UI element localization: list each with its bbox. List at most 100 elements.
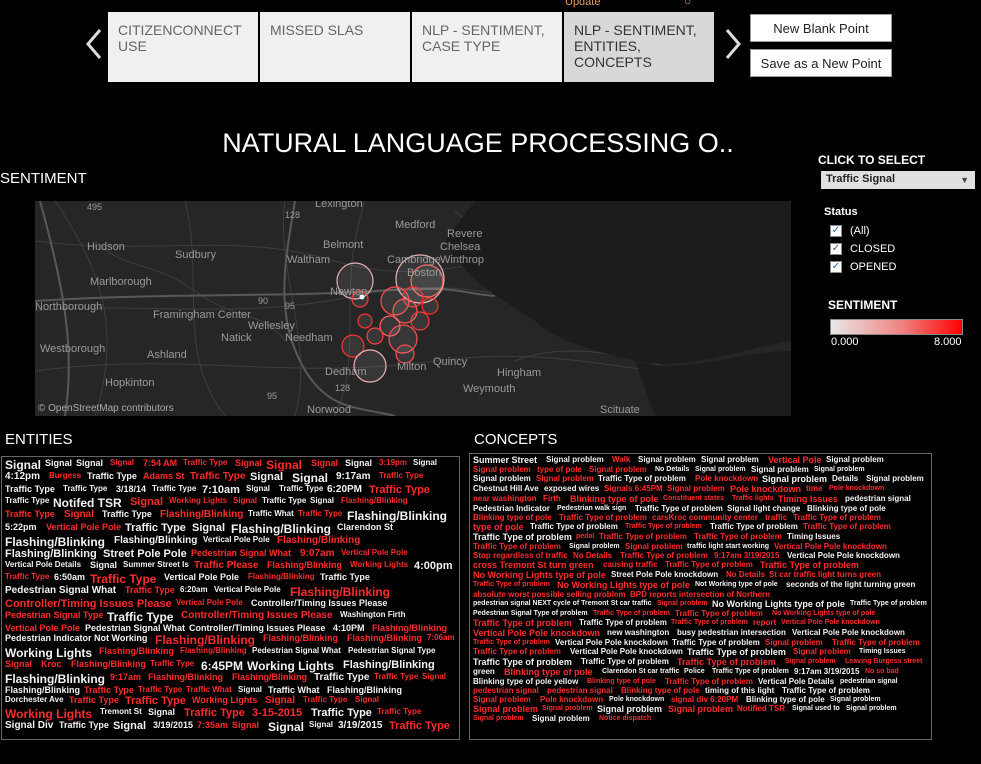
cloud-word[interactable]: Traffic Type of problem: [473, 581, 550, 588]
cloud-word[interactable]: 7:54 AM: [143, 459, 177, 468]
cloud-word[interactable]: Traffic Type: [5, 510, 55, 519]
cloud-word[interactable]: Signal Div: [5, 721, 53, 731]
cloud-word[interactable]: 6:20PM: [327, 485, 362, 495]
cloud-word[interactable]: near washington: [473, 495, 537, 503]
cloud-word[interactable]: Traffic Type of problem: [473, 619, 572, 628]
tab-missed-slas[interactable]: MISSED SLAs: [260, 12, 410, 82]
cloud-word[interactable]: Traffic Type: [303, 696, 347, 704]
cloud-word[interactable]: Signal: [292, 472, 328, 484]
cloud-word[interactable]: Blinking type of pole yellow: [473, 678, 578, 686]
cloud-word[interactable]: Signal: [345, 459, 372, 468]
cloud-word[interactable]: Signal problem: [473, 705, 538, 714]
new-blank-point-button[interactable]: New Blank Point: [750, 14, 892, 42]
cloud-word[interactable]: 3-15-2015: [252, 708, 302, 719]
cloud-word[interactable]: No Working Lights type of pole: [712, 600, 845, 609]
cloud-word[interactable]: Pedestrian Indicator: [473, 505, 550, 513]
cloud-word[interactable]: Vertical Pole Pole knockdown: [570, 648, 683, 656]
cloud-word[interactable]: Traffic Type: [125, 696, 186, 707]
cloud-word[interactable]: Signal: [238, 686, 262, 694]
cloud-word[interactable]: Signal: [310, 497, 334, 505]
cloud-word[interactable]: Washington Firth: [340, 611, 405, 619]
cloud-word[interactable]: Traffic lights: [732, 495, 774, 502]
cloud-word[interactable]: Signal problem: [473, 696, 531, 704]
cloud-word[interactable]: 3/19/2015: [153, 721, 193, 730]
cloud-word[interactable]: Traffic Type: [374, 673, 418, 681]
cloud-word[interactable]: Flashing/Blinking: [263, 634, 338, 643]
cloud-word[interactable]: Signal: [113, 721, 146, 732]
cloud-word[interactable]: pedestrian signal: [840, 678, 898, 685]
cloud-word[interactable]: Flashing/Blinking: [347, 634, 422, 643]
cloud-word[interactable]: Signal problem: [589, 466, 647, 474]
cloud-word[interactable]: pedestrian signal NEXT cycle of Tremont …: [473, 600, 652, 607]
checkbox-checked-icon[interactable]: ✓: [830, 243, 842, 255]
cloud-word[interactable]: Vertical Pole Pole: [341, 549, 408, 557]
cloud-word[interactable]: Traffic Type: [107, 611, 173, 623]
cloud-word[interactable]: Pole knockdown: [730, 485, 801, 494]
cloud-word[interactable]: Pole knockdown: [609, 696, 664, 703]
sentiment-map[interactable]: Lexington Medford Revere Hudson Belmont …: [35, 201, 791, 416]
save-as-new-point-button[interactable]: Save as a New Point: [750, 49, 892, 77]
cloud-word[interactable]: Summer Street Is: [123, 561, 189, 569]
cloud-word[interactable]: Signal problem: [546, 456, 604, 464]
cloud-word[interactable]: Clarendon St car traffic: [602, 668, 679, 675]
cloud-word[interactable]: exposed wires: [544, 485, 599, 493]
cloud-word[interactable]: Traffic What: [186, 686, 232, 694]
cloud-word[interactable]: Signal problem: [701, 456, 759, 464]
cloud-word[interactable]: Working Lights: [5, 708, 92, 720]
cloud-word[interactable]: Traffic Type: [125, 523, 186, 534]
cloud-word[interactable]: Traffic Type of problem: [665, 561, 753, 569]
cloud-word[interactable]: Traffic Type of problem: [712, 668, 789, 675]
cloud-word[interactable]: Kroc: [41, 660, 62, 669]
cloud-word[interactable]: Signal problem: [826, 456, 884, 464]
cloud-word[interactable]: Signal: [309, 721, 333, 729]
cloud-word[interactable]: BPD reports intersection of Northern: [630, 591, 770, 599]
cloud-word[interactable]: Traffic Type of problem: [473, 533, 572, 542]
cloud-word[interactable]: Blinking type of pole: [621, 687, 700, 695]
tab-nlp-sentiment-case-type[interactable]: NLP - SENTIMENT, CASE TYPE: [412, 12, 562, 82]
cloud-word[interactable]: Flashing/Blinking: [341, 497, 408, 505]
cloud-word[interactable]: type of pole: [473, 523, 524, 532]
cloud-word[interactable]: Timing Issues: [778, 495, 838, 504]
cloud-word[interactable]: Flashing/Blinking: [5, 549, 97, 560]
cloud-word[interactable]: Signal problem: [762, 475, 827, 484]
cloud-word[interactable]: Timing Issues: [787, 533, 840, 541]
cloud-word[interactable]: Traffic Type of problem: [672, 639, 760, 647]
cloud-word[interactable]: Signal problem: [667, 485, 725, 493]
cloud-word[interactable]: Vertical Pole Pole knockdown: [774, 543, 887, 551]
cloud-word[interactable]: Pedestrian Signal What: [252, 647, 341, 655]
cloud-word[interactable]: Signal: [235, 459, 262, 468]
cloud-word[interactable]: Blinking type of pole: [504, 668, 593, 677]
cloud-word[interactable]: Signal: [265, 696, 295, 706]
cloud-word[interactable]: 6:50am: [54, 573, 85, 582]
cloud-word[interactable]: Signal problem: [785, 658, 836, 665]
cloud-word[interactable]: Signal problem: [765, 639, 823, 647]
cloud-word[interactable]: Traffic Type: [138, 686, 182, 694]
cloud-word[interactable]: 9:17am: [110, 673, 141, 682]
cloud-word[interactable]: Working Lights: [192, 696, 257, 705]
cloud-word[interactable]: Blinking type of pole: [570, 495, 659, 504]
cloud-word[interactable]: Traffic Type: [262, 497, 306, 505]
cloud-word[interactable]: Traffic Type: [87, 472, 137, 481]
cloud-word[interactable]: Walk: [612, 456, 630, 464]
cloud-word[interactable]: Traffic Type: [320, 573, 370, 582]
cloud-word[interactable]: Traffic Type: [190, 472, 245, 482]
cloud-word[interactable]: Signal: [130, 497, 163, 508]
cloud-word[interactable]: type of pole: [537, 466, 582, 474]
cloud-word[interactable]: Pedestrian Signal Type of problem: [473, 610, 588, 617]
cloud-word[interactable]: Traffic Type: [102, 510, 152, 519]
cloud-word[interactable]: 7:06am: [427, 634, 455, 642]
cloud-word[interactable]: Signal problem: [751, 466, 809, 474]
cloud-word[interactable]: 7:10am: [202, 485, 240, 496]
cloud-word[interactable]: Signal: [246, 485, 270, 493]
cloud-word[interactable]: Signal problem: [473, 466, 531, 474]
cloud-word[interactable]: Signal: [268, 721, 304, 733]
cloud-word[interactable]: Traffic Type: [63, 485, 107, 493]
cloud-word[interactable]: Traffic Type: [84, 686, 134, 695]
cloud-word[interactable]: Notifed TSR: [53, 497, 122, 509]
cloud-word[interactable]: Traffic Type of problem: [473, 543, 561, 551]
cloud-word[interactable]: Traffic Type: [279, 485, 323, 493]
cloud-word[interactable]: Traffic Type of problem: [850, 600, 927, 607]
cloud-word[interactable]: Signal: [232, 721, 259, 730]
entities-word-cloud[interactable]: Signal Signal Signal Signal 7:54 AM Traffic T…: [1, 456, 460, 740]
cloud-word[interactable]: Signal: [233, 497, 257, 505]
